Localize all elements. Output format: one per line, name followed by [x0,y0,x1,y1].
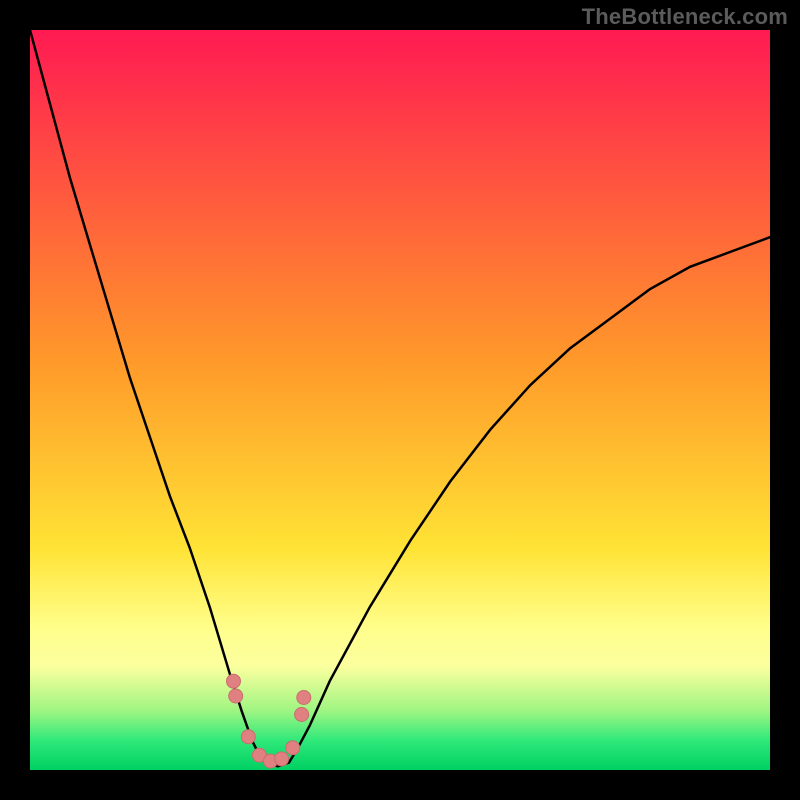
gradient-background [30,30,770,770]
bead-point [297,691,311,705]
outer-frame: TheBottleneck.com [0,0,800,800]
chart-svg [30,30,770,770]
bead-point [275,752,289,766]
bead-point [227,674,241,688]
bead-point [295,708,309,722]
bead-point [229,689,243,703]
bead-point [241,730,255,744]
watermark-text: TheBottleneck.com [582,4,788,30]
plot-area [30,30,770,770]
bead-point [286,741,300,755]
